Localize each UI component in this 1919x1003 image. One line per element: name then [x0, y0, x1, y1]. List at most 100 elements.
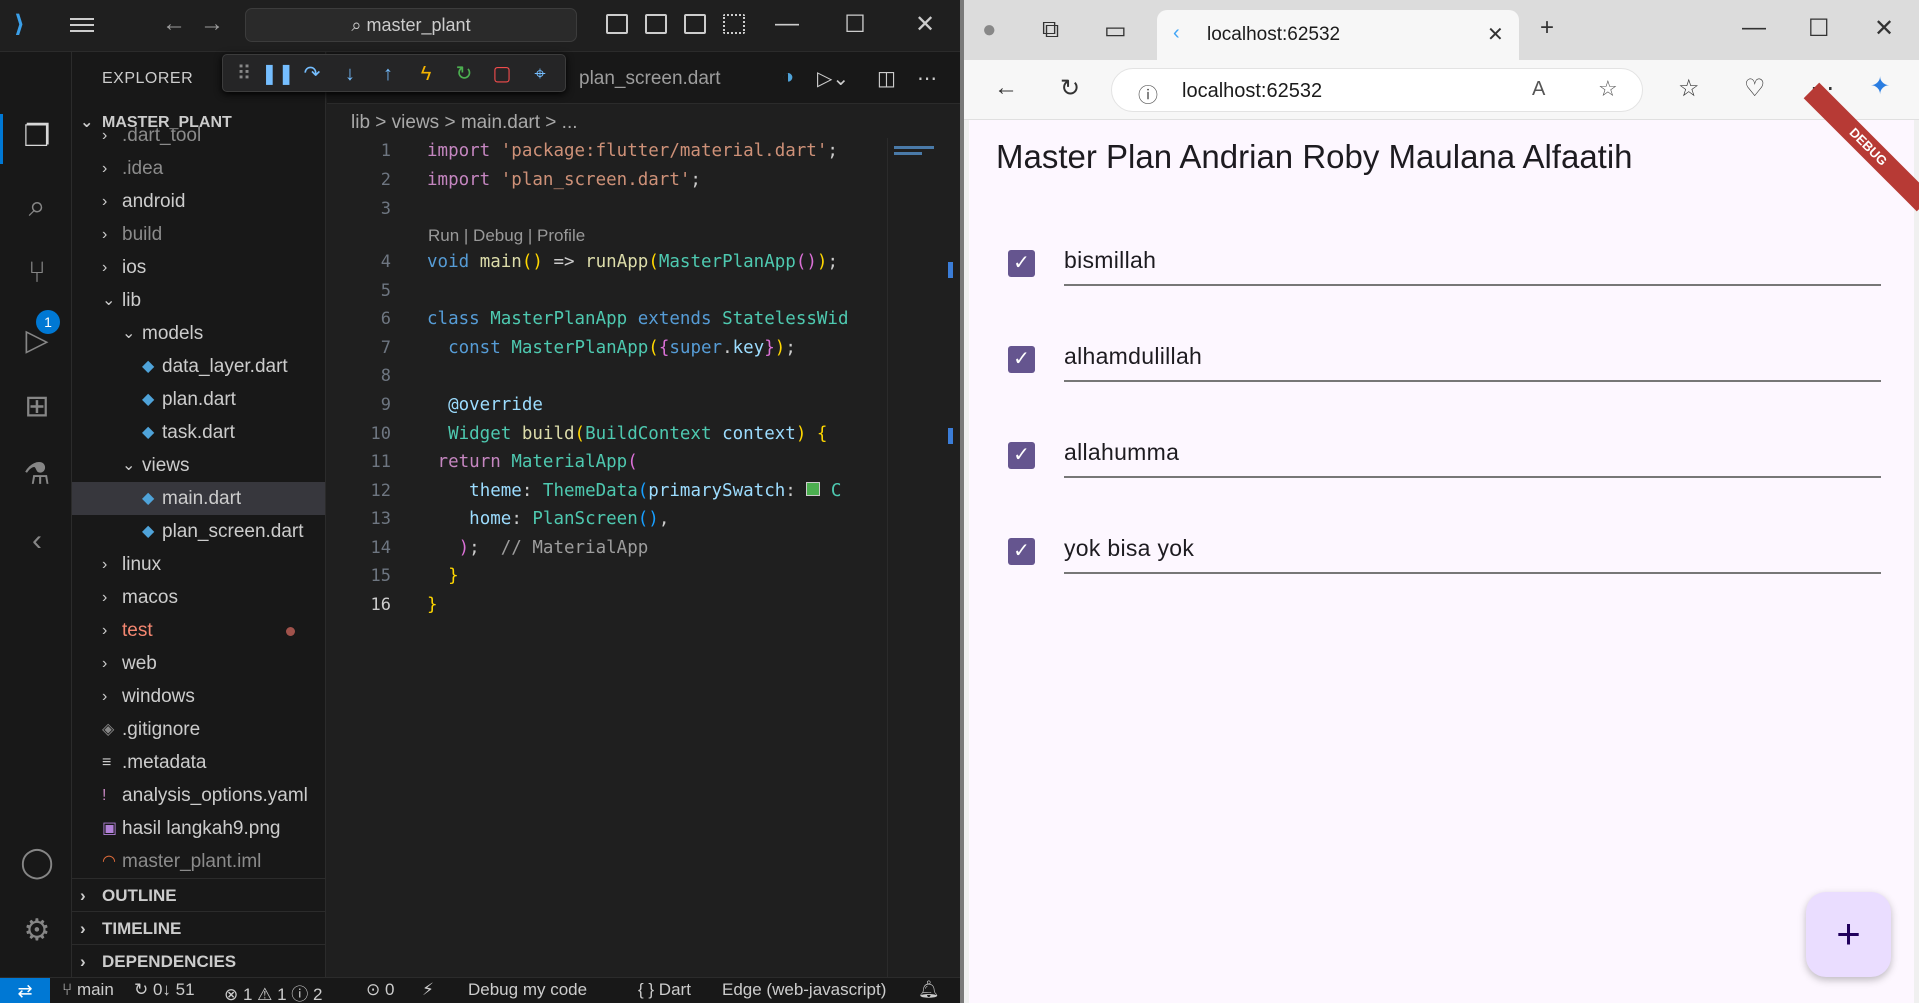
ports-status[interactable]: ⊙ 0 — [366, 980, 394, 1000]
accounts-icon[interactable]: ◯ — [18, 844, 56, 882]
back-arrow-icon[interactable]: ← — [162, 10, 186, 38]
explorer-icon[interactable]: ❐ — [18, 118, 56, 156]
tab-close-icon[interactable]: ✕ — [1487, 22, 1504, 47]
timeline-section[interactable]: › TIMELINE — [72, 911, 325, 944]
code-line-2[interactable]: import 'plan_screen.dart'; — [427, 170, 701, 190]
close-button[interactable]: ✕ — [910, 10, 940, 39]
source-control-icon[interactable]: ⑂ — [18, 254, 56, 292]
extensions-icon[interactable]: ⊞ — [18, 388, 56, 426]
tree-item[interactable]: ◆ task.dart — [72, 416, 325, 449]
code-line-4[interactable]: void main() => runApp(MasterPlanApp()); — [427, 252, 838, 272]
tree-item[interactable]: ◆ plan.dart — [72, 383, 325, 416]
browser-minimize-button[interactable]: — — [1742, 14, 1766, 42]
tree-item[interactable]: › build — [72, 218, 325, 251]
tree-item[interactable]: ▣ hasil langkah9.png — [72, 812, 325, 845]
debug-status[interactable]: Debug my code — [468, 980, 587, 1000]
copilot-icon[interactable]: ✦ — [1870, 72, 1890, 101]
tree-item[interactable]: ◆ plan_screen.dart — [72, 515, 325, 548]
back-icon[interactable]: ← — [994, 74, 1018, 102]
task-text-field[interactable]: bismillah — [1064, 234, 1881, 286]
tree-item[interactable]: ! analysis_options.yaml — [72, 779, 325, 812]
code-line-9[interactable]: @override — [427, 395, 543, 415]
browser-close-button[interactable]: ✕ — [1874, 14, 1894, 43]
code-line-10[interactable]: Widget build(BuildContext context) { — [427, 424, 827, 444]
code-line-11[interactable]: return MaterialApp( — [427, 452, 638, 472]
restart-icon[interactable]: ↻ — [451, 61, 477, 87]
dependencies-section[interactable]: › DEPENDENCIES — [72, 944, 325, 977]
code-line-12[interactable]: theme: ThemeData(primarySwatch: C — [427, 481, 841, 501]
maximize-button[interactable]: ☐ — [840, 10, 870, 39]
new-tab-icon[interactable]: + — [1540, 14, 1554, 42]
address-bar[interactable]: ⓘ localhost:62532 A ☆ — [1111, 68, 1643, 112]
code-line-13[interactable]: home: PlanScreen(), — [427, 509, 669, 529]
remote-icon[interactable]: ⇄ — [0, 978, 50, 1003]
tree-item[interactable]: › test — [72, 614, 325, 647]
code-line-1[interactable]: import 'package:flutter/material.dart'; — [427, 141, 838, 161]
tree-item[interactable]: ⌄ lib — [72, 284, 325, 317]
settings-gear-icon[interactable]: ⚙ — [18, 912, 56, 950]
more-actions-icon[interactable]: ⋯ — [917, 66, 937, 91]
stop-icon[interactable]: ▢ — [489, 61, 515, 87]
outline-section[interactable]: › OUTLINE — [72, 878, 325, 911]
testing-icon[interactable]: ⚗ — [18, 456, 56, 494]
flutter-icon[interactable]: ‹ — [18, 522, 56, 560]
search-icon[interactable]: ⌕ — [18, 188, 56, 226]
run-debug-dropdown-icon[interactable]: ▷⌄ — [817, 66, 849, 91]
toggle-panel-icon[interactable] — [645, 14, 667, 34]
task-checkbox[interactable]: ✓ — [1008, 346, 1035, 373]
tree-item[interactable]: › ios — [72, 251, 325, 284]
menu-icon[interactable] — [70, 14, 94, 36]
notifications-bell-icon[interactable]: 🔔︎ — [918, 980, 940, 1000]
tree-item[interactable]: ◆ data_layer.dart — [72, 350, 325, 383]
code-line-7[interactable]: const MasterPlanApp({super.key}); — [427, 338, 796, 358]
workspaces-icon[interactable]: ⧉ — [1042, 16, 1059, 44]
tree-item[interactable]: › windows — [72, 680, 325, 713]
read-aloud-icon[interactable]: A — [1532, 78, 1545, 101]
split-editor-icon[interactable]: ◫ — [877, 66, 896, 91]
tree-item[interactable]: › .dart_tool — [72, 119, 325, 152]
tree-item[interactable]: ⌄ models — [72, 317, 325, 350]
site-info-icon[interactable]: ⓘ — [1138, 79, 1158, 108]
browser-maximize-button[interactable]: ☐ — [1808, 14, 1830, 43]
customize-layout-icon[interactable] — [723, 14, 745, 34]
task-checkbox[interactable]: ✓ — [1008, 442, 1035, 469]
tree-item[interactable]: ◆ main.dart — [72, 482, 325, 515]
code-line-15[interactable]: } — [427, 566, 459, 586]
toggle-primary-sidebar-icon[interactable] — [606, 14, 628, 34]
tree-item[interactable]: ≡ .metadata — [72, 746, 325, 779]
minimap[interactable] — [887, 138, 960, 978]
tab-actions-icon[interactable]: ▭ — [1104, 16, 1127, 45]
hot-reload-icon[interactable]: ϟ — [413, 61, 439, 87]
refresh-icon[interactable]: ↻ — [1060, 74, 1080, 103]
code-line-14[interactable]: ); // MaterialApp — [427, 538, 649, 558]
step-into-icon[interactable]: ↓ — [337, 61, 363, 87]
tree-item[interactable]: › .idea — [72, 152, 325, 185]
minimize-button[interactable]: — — [772, 10, 802, 38]
tree-item[interactable]: ◠ master_plant.iml — [72, 845, 325, 878]
breadcrumb[interactable]: lib > views > main.dart > ... — [351, 112, 578, 134]
dart-devtools-icon[interactable]: ◑ — [782, 66, 794, 89]
task-checkbox[interactable]: ✓ — [1008, 538, 1035, 565]
browser-tab-active[interactable]: ‹ localhost:62532 ✕ — [1157, 10, 1519, 60]
tab-plan-screen[interactable]: plan_screen.dart — [579, 68, 721, 90]
step-out-icon[interactable]: ↑ — [375, 61, 401, 87]
step-over-icon[interactable]: ↷ — [299, 61, 325, 87]
branch-status[interactable]: ⑂ main — [62, 980, 114, 1000]
widget-inspector-icon[interactable]: ⌖ — [527, 61, 553, 87]
tree-item[interactable]: › android — [72, 185, 325, 218]
pause-icon[interactable]: ❚❚ — [261, 61, 295, 87]
browser-essentials-icon[interactable]: ♡ — [1744, 74, 1766, 103]
tree-item[interactable]: › web — [72, 647, 325, 680]
tree-item[interactable]: › macos — [72, 581, 325, 614]
add-task-fab[interactable]: + — [1806, 892, 1891, 977]
favorite-star-icon[interactable]: ☆ — [1598, 76, 1618, 102]
task-text-field[interactable]: alhamdulillah — [1064, 330, 1881, 382]
drag-handle-icon[interactable]: ⠿ — [231, 61, 257, 87]
problems-status[interactable]: ⊗ 1 ⚠ 1 ⓘ 2 — [224, 980, 322, 1003]
task-text-field[interactable]: yok bisa yok — [1064, 522, 1881, 574]
task-text-field[interactable]: allahumma — [1064, 426, 1881, 478]
forward-arrow-icon[interactable]: → — [200, 10, 224, 38]
device-status[interactable]: Edge (web-javascript) — [722, 980, 886, 1000]
code-line-16[interactable]: } — [427, 595, 438, 615]
toggle-secondary-sidebar-icon[interactable] — [684, 14, 706, 34]
